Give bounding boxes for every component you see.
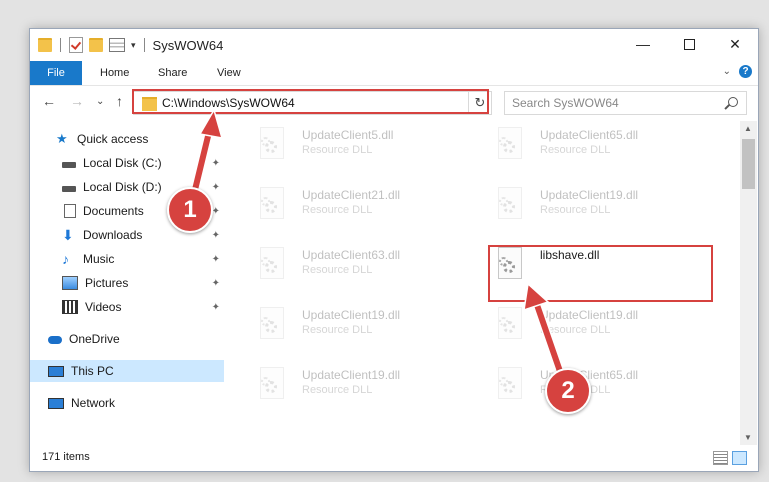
step-badge-1: 1	[167, 187, 213, 233]
annotation-arrows	[188, 108, 568, 385]
arrow-2	[523, 282, 568, 385]
arrow-1	[188, 108, 224, 203]
step-badge-2: 2	[545, 368, 591, 414]
